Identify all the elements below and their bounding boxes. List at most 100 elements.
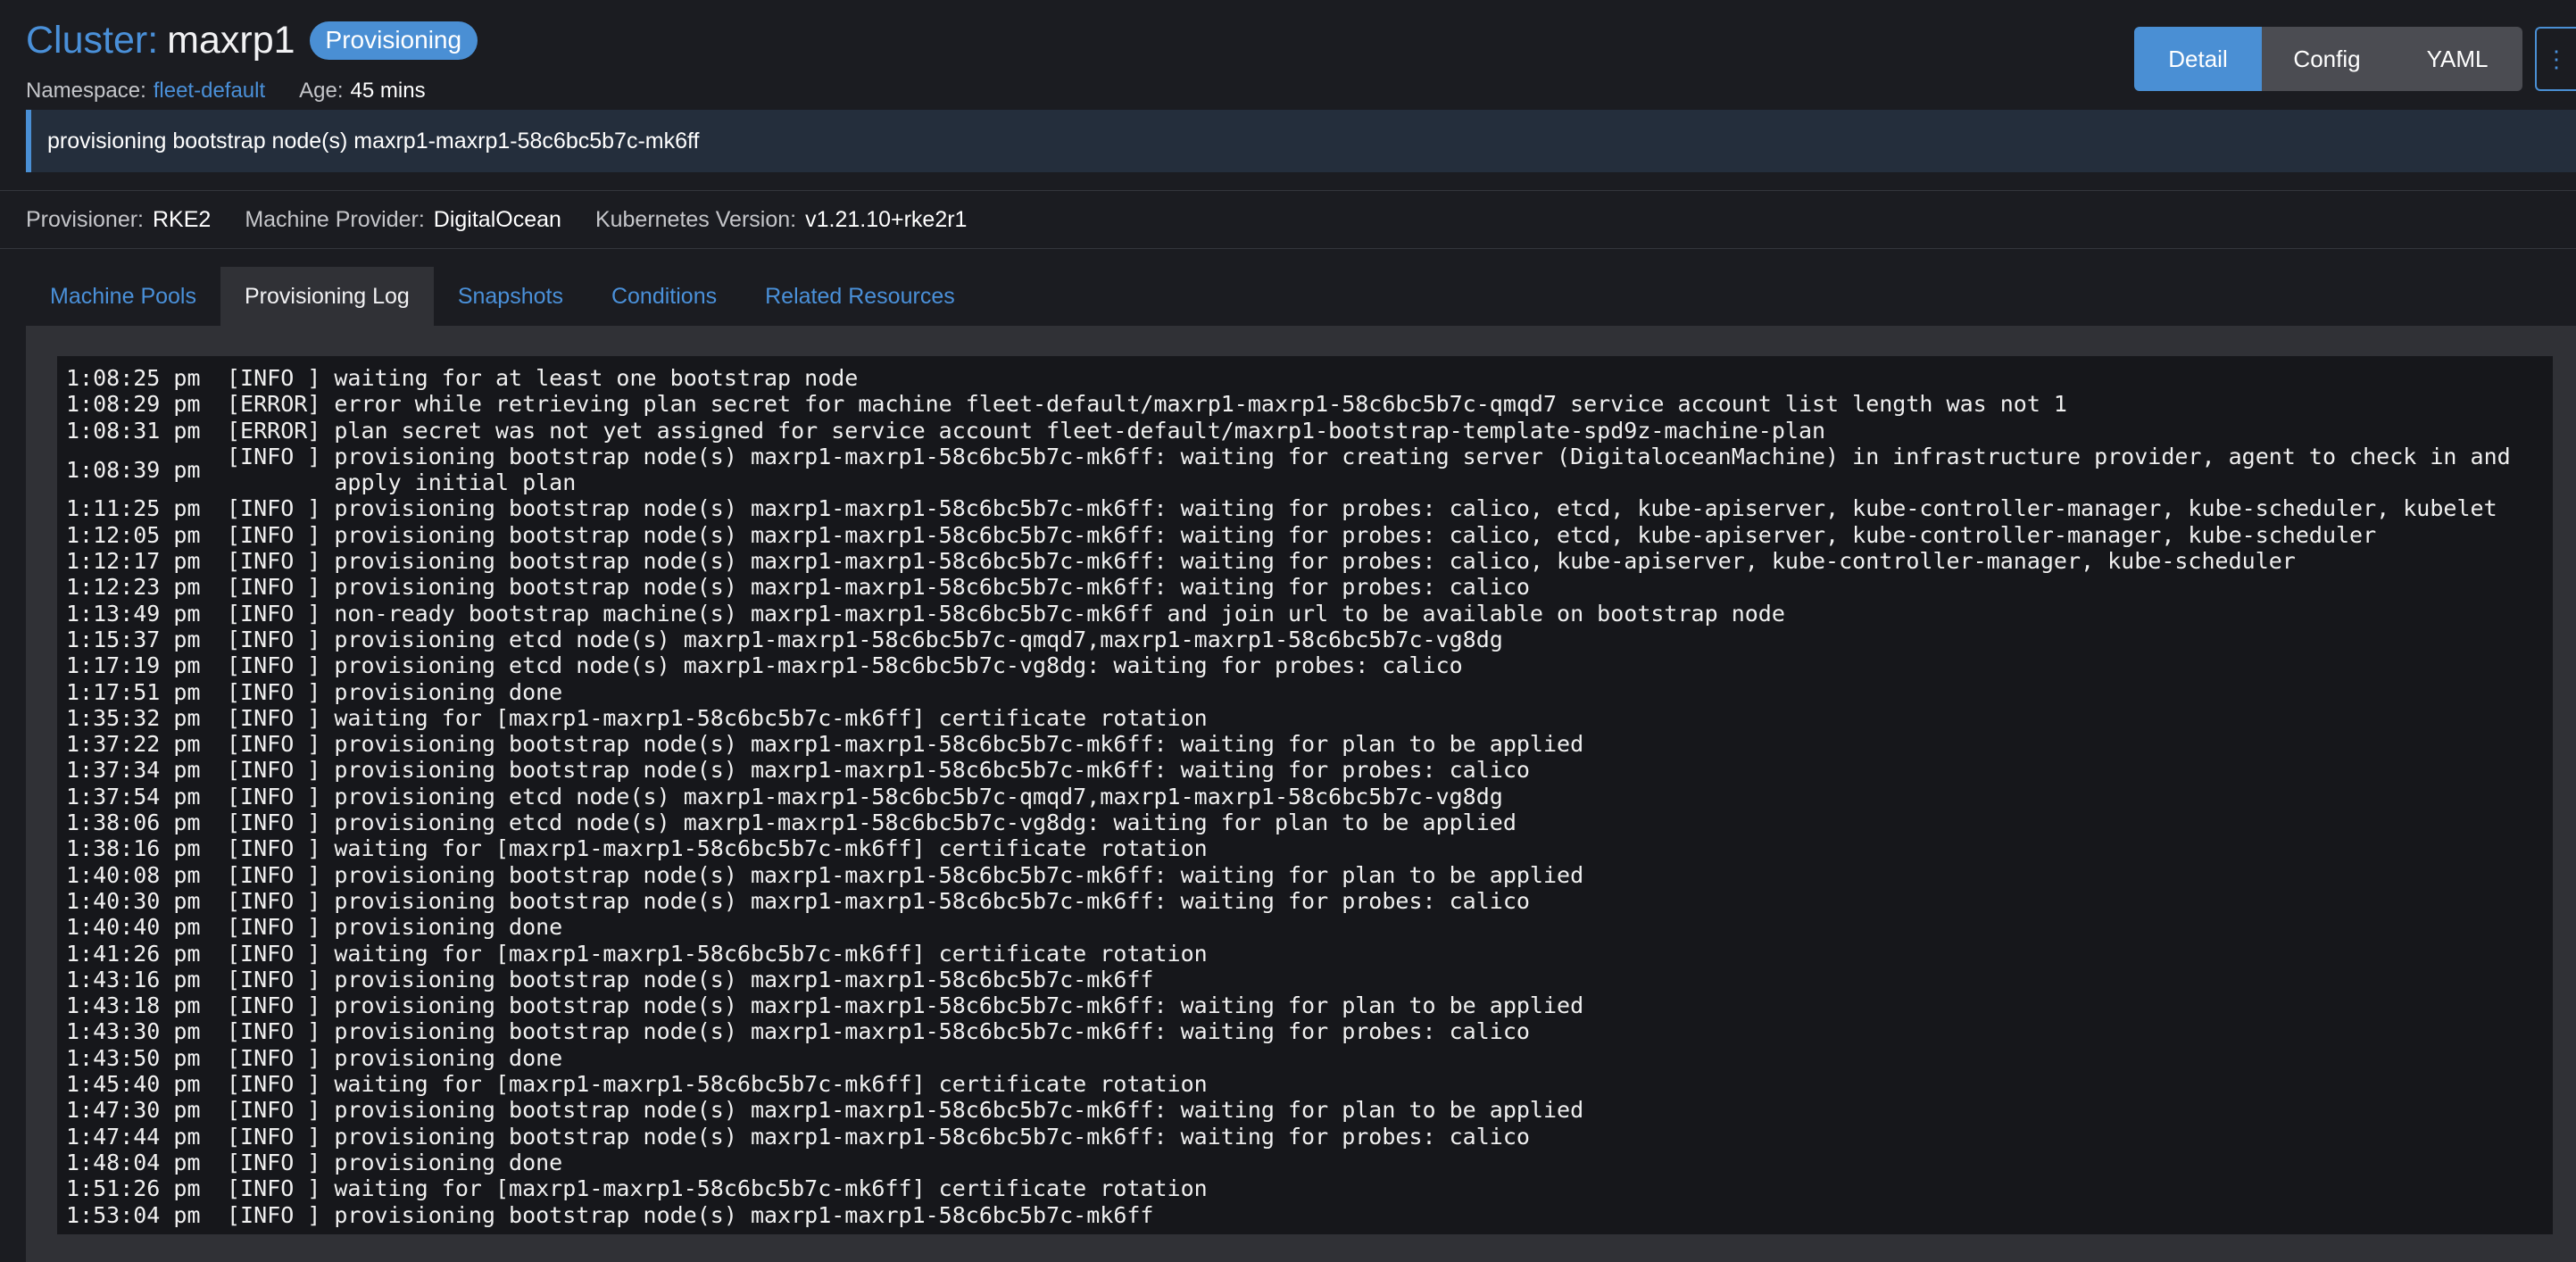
log-text: [INFO ] provisioning etcd node(s) maxrp1-… [227, 627, 2553, 652]
log-level: [INFO ] [227, 1123, 321, 1150]
log-entry: 1:40:30 pm [INFO ] provisioning bootstrap … [66, 888, 2553, 914]
log-text: [INFO ] waiting for [maxrp1-maxrp1-58c6bc… [227, 1071, 2553, 1097]
log-timestamp: 1:37:34 pm [66, 757, 201, 784]
page-title-prefix: Cluster: [26, 18, 159, 62]
log-message: provisioning etcd node(s) maxrp1-maxrp1-… [334, 810, 1517, 836]
log-entry: 1:41:26 pm [INFO ] waiting for [maxrp1-max… [66, 941, 2553, 967]
log-text: [ERROR] plan secret was not yet assigned … [227, 418, 2553, 444]
log-timestamp: 1:45:40 pm [66, 1071, 201, 1098]
log-entry: 1:08:25 pm [INFO ] waiting for at least on… [66, 365, 2553, 391]
log-level: [INFO ] [227, 757, 321, 784]
view-toggle: Detail Config YAML [2134, 27, 2522, 91]
log-level: [INFO ] [227, 443, 321, 469]
log-message: provisioning bootstrap node(s) maxrp1-ma… [334, 548, 2296, 575]
more-actions-button[interactable]: ⋮ [2535, 27, 2576, 91]
log-level: [INFO ] [227, 966, 321, 992]
log-level: [INFO ] [227, 1175, 321, 1202]
log-entry: 1:13:49 pm [INFO ] non-ready bootstrap mac… [66, 601, 2553, 627]
log-entry: 1:37:54 pm [INFO ] provisioning etcd node(… [66, 784, 2553, 810]
log-timestamp: 1:53:04 pm [66, 1201, 201, 1228]
log-timestamp: 1:43:30 pm [66, 1018, 201, 1045]
log-text: [INFO ] waiting for [maxrp1-maxrp1-58c6bc… [227, 705, 2553, 731]
log-message: provisioning done [334, 678, 563, 705]
log-entry: 1:43:18 pm [INFO ] provisioning bootstrap … [66, 992, 2553, 1018]
log-timestamp: 1:38:16 pm [66, 835, 201, 862]
log-level: [INFO ] [227, 652, 321, 679]
provisioner-value: RKE2 [153, 206, 212, 232]
log-timestamp: 1:43:18 pm [66, 992, 201, 1019]
detail-button[interactable]: Detail [2134, 27, 2262, 91]
log-text: [ERROR] error while retrieving plan secre… [227, 391, 2553, 417]
log-entry: 1:45:40 pm [INFO ] waiting for [maxrp1-max… [66, 1071, 2553, 1097]
log-entry: 1:37:34 pm [INFO ] provisioning bootstrap … [66, 757, 2553, 783]
log-timestamp: 1:37:22 pm [66, 731, 201, 758]
log-level: [INFO ] [227, 914, 321, 941]
log-text: [INFO ] provisioning etcd node(s) maxrp1-… [227, 652, 2553, 678]
provisioning-log[interactable]: 1:08:25 pm [INFO ] waiting for at least on… [57, 356, 2553, 1234]
log-timestamp: 1:51:26 pm [66, 1175, 201, 1202]
namespace-link[interactable]: fleet-default [154, 79, 265, 104]
title-row: Cluster: maxrp1 Provisioning [26, 14, 478, 66]
log-message: provisioning bootstrap node(s) maxrp1-ma… [334, 1097, 1584, 1124]
machine-provider-label: Machine Provider: [245, 206, 425, 232]
provisioner-label: Provisioner: [26, 206, 144, 232]
namespace-label: Namespace: [26, 79, 146, 103]
tab-related-resources[interactable]: Related Resources [741, 267, 979, 326]
log-text: [INFO ] provisioning done [227, 679, 2553, 705]
log-level: [INFO ] [227, 992, 321, 1019]
banner-message: provisioning bootstrap node(s) maxrp1-ma… [47, 128, 700, 154]
log-entry: 1:40:08 pm [INFO ] provisioning bootstrap … [66, 862, 2553, 888]
tab-provisioning-log[interactable]: Provisioning Log [220, 267, 434, 326]
log-level: [INFO ] [227, 548, 321, 575]
log-level: [INFO ] [227, 1071, 321, 1098]
log-entry: 1:12:23 pm [INFO ] provisioning bootstrap … [66, 574, 2553, 600]
log-entry: 1:43:16 pm [INFO ] provisioning bootstrap … [66, 967, 2553, 992]
log-text: [INFO ] waiting for [maxrp1-maxrp1-58c6bc… [227, 941, 2553, 967]
config-button[interactable]: Config [2262, 27, 2392, 91]
kubernetes-version-label: Kubernetes Version: [594, 206, 797, 232]
log-text: [INFO ] provisioning bootstrap node(s) ma… [227, 522, 2553, 548]
log-entry: 1:43:30 pm [INFO ] provisioning bootstrap … [66, 1018, 2553, 1044]
log-timestamp: 1:41:26 pm [66, 940, 201, 967]
log-message: provisioning etcd node(s) maxrp1-maxrp1-… [334, 626, 1503, 652]
log-level: [INFO ] [227, 1018, 321, 1045]
log-level: [INFO ] [227, 1044, 321, 1071]
log-message: waiting for [maxrp1-maxrp1-58c6bc5b7c-mk… [334, 1071, 1208, 1098]
log-timestamp: 1:40:40 pm [66, 914, 201, 941]
tab-bar: Machine Pools Provisioning Log Snapshots… [26, 267, 979, 326]
log-message: waiting for [maxrp1-maxrp1-58c6bc5b7c-mk… [334, 1175, 1208, 1202]
page-header: Cluster: maxrp1 Provisioning Namespace: … [26, 14, 478, 104]
log-timestamp: 1:17:19 pm [66, 652, 201, 679]
yaml-button[interactable]: YAML [2392, 27, 2522, 91]
log-text: [INFO ] waiting for [maxrp1-maxrp1-58c6bc… [227, 835, 2553, 861]
log-entry: 1:37:22 pm [INFO ] provisioning bootstrap … [66, 731, 2553, 757]
log-message: provisioning bootstrap node(s) maxrp1-ma… [334, 1018, 1530, 1045]
log-timestamp: 1:08:29 pm [66, 391, 201, 418]
machine-provider-value: DigitalOcean [433, 206, 561, 232]
log-text: [INFO ] provisioning etcd node(s) maxrp1-… [227, 810, 2553, 835]
log-entry: 1:17:51 pm [INFO ] provisioning done [66, 679, 2553, 705]
log-timestamp: 1:43:16 pm [66, 966, 201, 992]
log-message: provisioning etcd node(s) maxrp1-maxrp1-… [334, 783, 1503, 810]
log-entry: 1:08:31 pm [ERROR] plan secret was not yet… [66, 418, 2553, 444]
log-text: [INFO ] provisioning bootstrap node(s) ma… [227, 1097, 2553, 1123]
tab-machine-pools[interactable]: Machine Pools [26, 267, 220, 326]
tab-snapshots[interactable]: Snapshots [434, 267, 587, 326]
log-message: error while retrieving plan secret for m… [334, 391, 2067, 418]
log-text: [INFO ] waiting for at least one bootstra… [227, 365, 2553, 391]
log-timestamp: 1:11:25 pm [66, 495, 201, 522]
log-timestamp: 1:08:31 pm [66, 417, 201, 444]
tab-conditions[interactable]: Conditions [587, 267, 741, 326]
log-message: provisioning bootstrap node(s) maxrp1-ma… [334, 495, 2497, 522]
log-entry: 1:38:06 pm [INFO ] provisioning etcd node(… [66, 810, 2553, 835]
log-text: [INFO ] provisioning bootstrap node(s) ma… [227, 967, 2553, 992]
log-message: provisioning bootstrap node(s) maxrp1-ma… [334, 992, 1584, 1019]
log-text: [INFO ] provisioning done [227, 914, 2553, 940]
log-timestamp: 1:15:37 pm [66, 626, 201, 652]
log-text: [INFO ] provisioning bootstrap node(s) ma… [227, 444, 2553, 496]
log-message: provisioning bootstrap node(s) maxrp1-ma… [334, 861, 1584, 888]
age-label: Age: [299, 79, 344, 103]
log-message: provisioning bootstrap node(s) maxrp1-ma… [334, 757, 1530, 784]
log-message: provisioning bootstrap node(s) maxrp1-ma… [334, 731, 1584, 758]
log-entry: 1:11:25 pm [INFO ] provisioning bootstrap … [66, 495, 2553, 521]
